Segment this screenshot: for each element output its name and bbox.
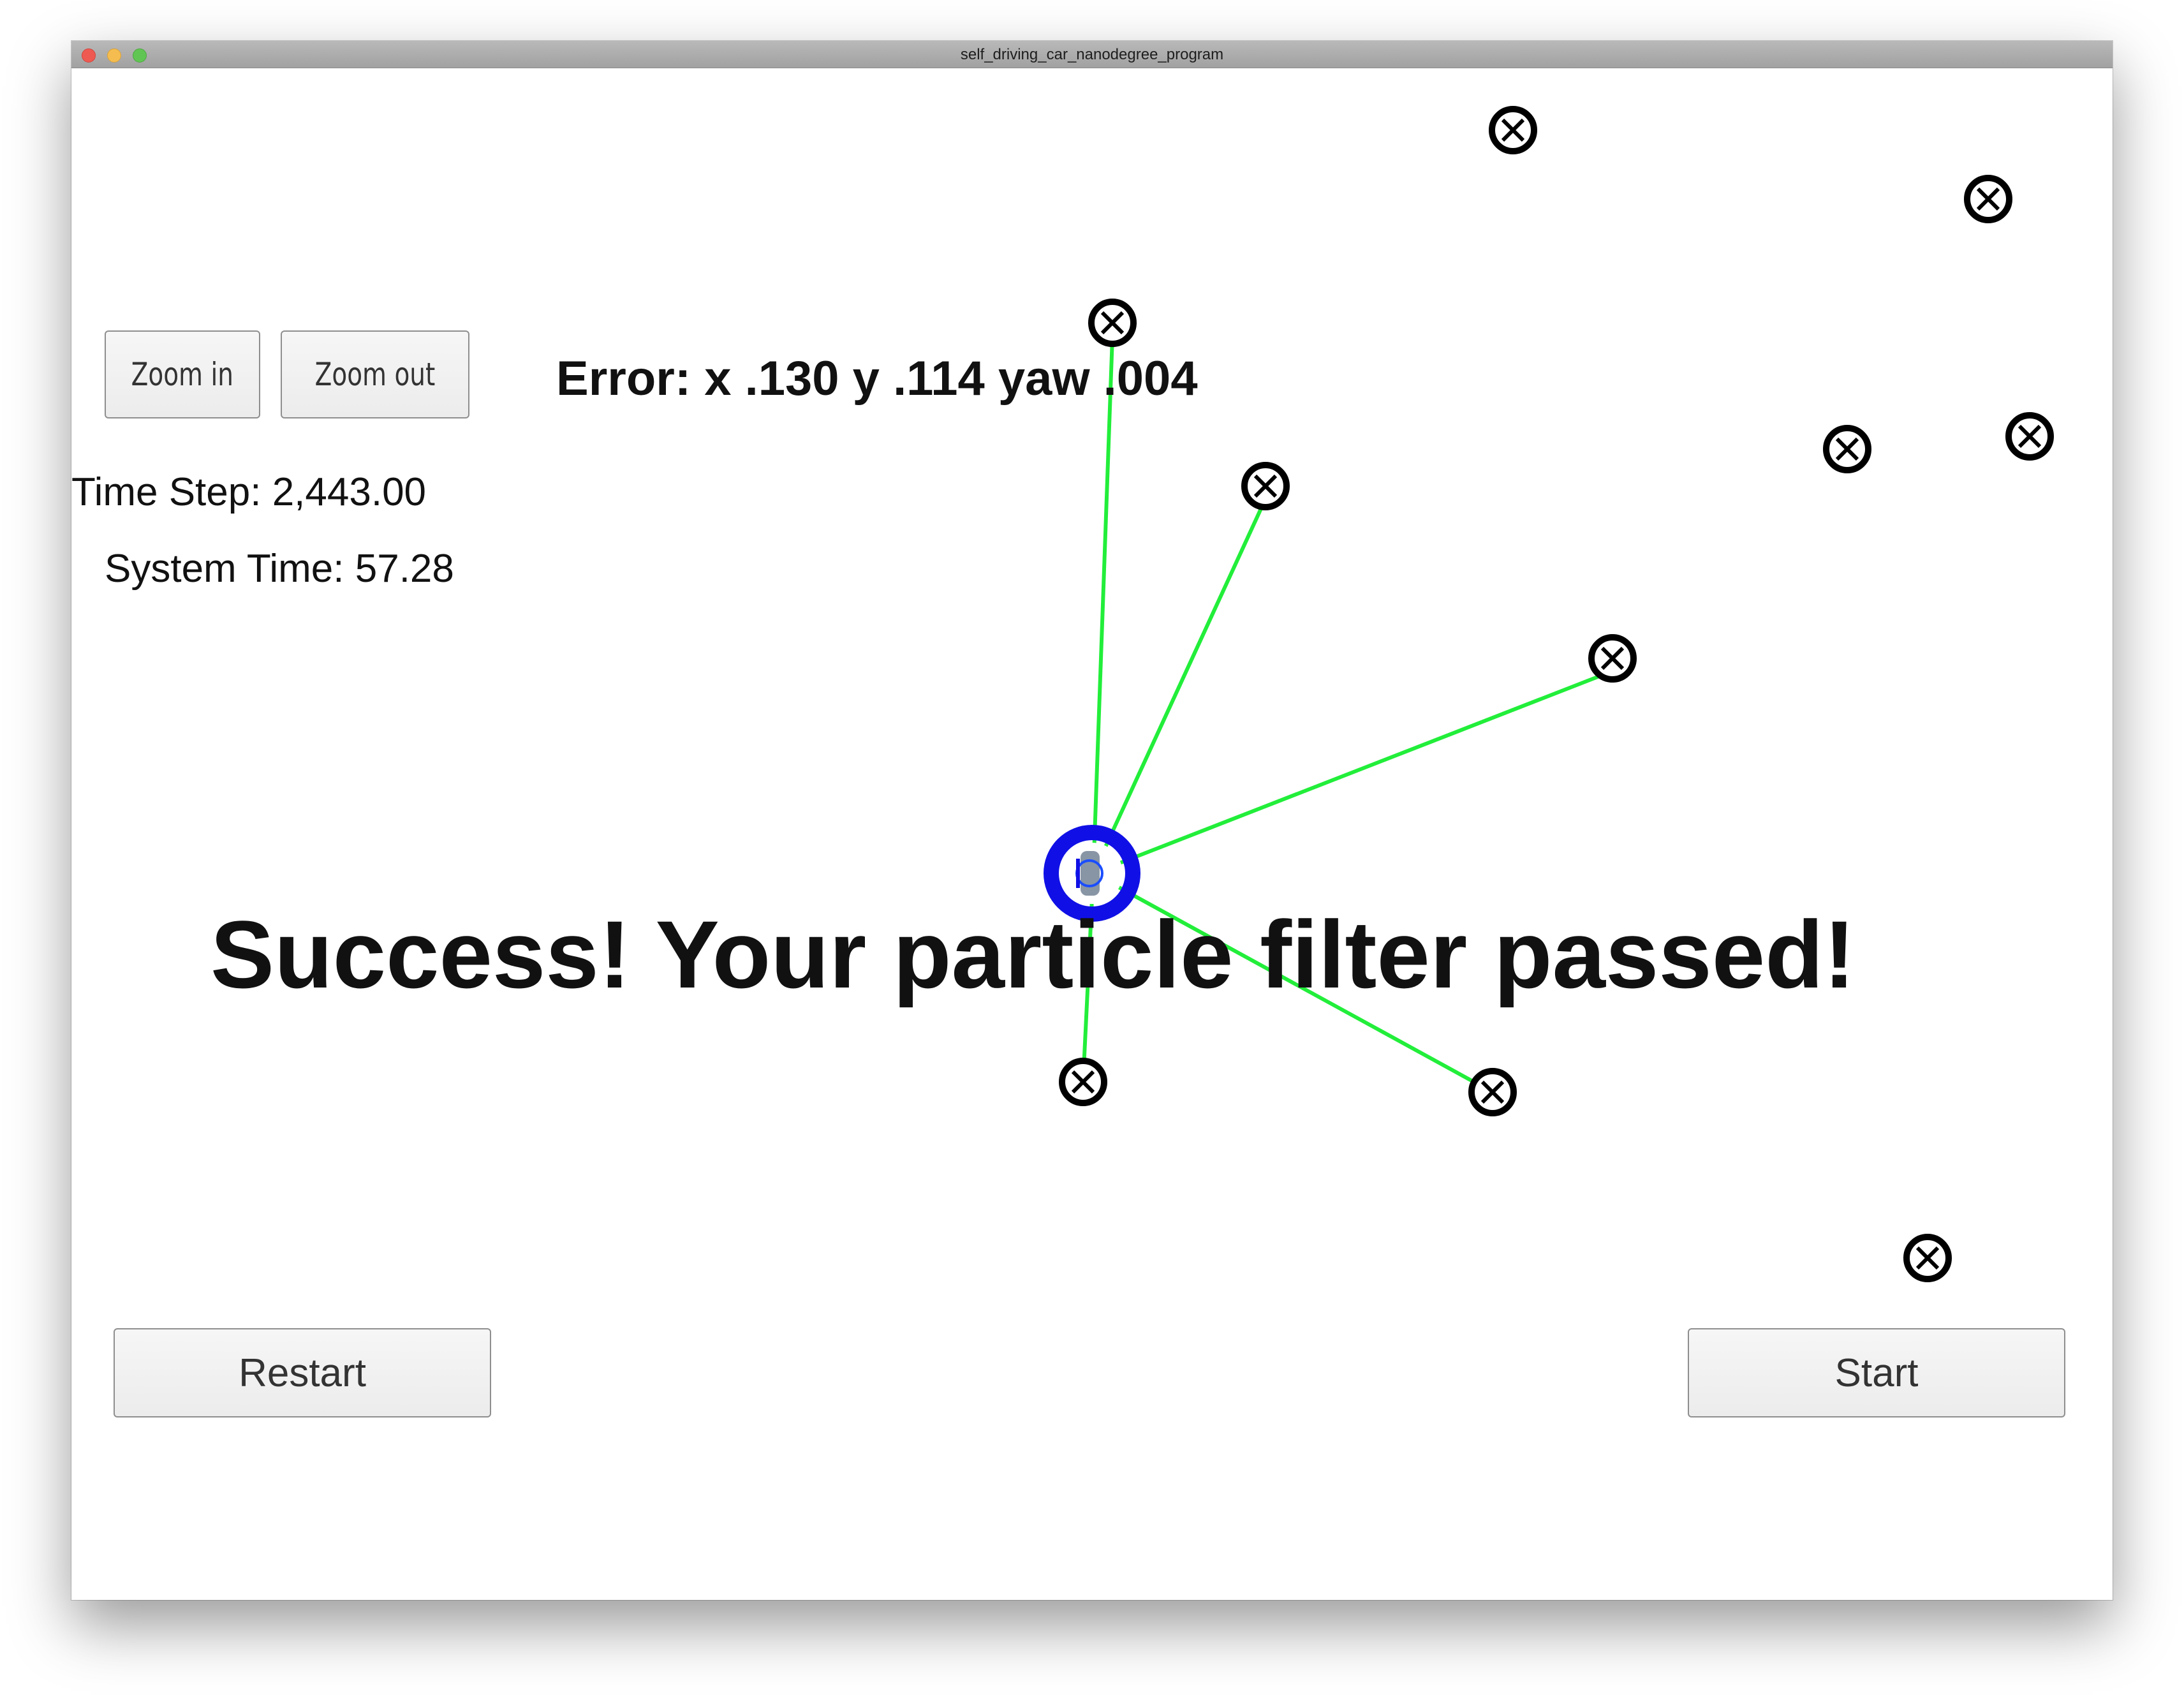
start-button[interactable]: Start	[1688, 1328, 2065, 1417]
circle-x-icon	[1588, 634, 1637, 683]
circle-x-icon	[1059, 1058, 1107, 1106]
start-label: Start	[1834, 1350, 1919, 1395]
circle-x-icon	[1088, 299, 1137, 347]
zoom-out-button[interactable]: Zoom out	[281, 330, 469, 418]
circle-x-icon	[1241, 462, 1290, 510]
window-title: self_driving_car_nanodegree_program	[960, 46, 1224, 63]
success-message: Success! Your particle filter passed!	[210, 901, 1856, 1008]
zoom-in-label: Zoom in	[131, 356, 234, 393]
circle-x-icon	[1964, 175, 2012, 223]
circle-x-icon	[1468, 1068, 1517, 1116]
restart-button[interactable]: Restart	[114, 1328, 491, 1417]
time-step-readout: Time Step: 2,443.00	[71, 470, 427, 514]
circle-x-icon	[1903, 1234, 1952, 1282]
circle-x-icon	[2005, 412, 2054, 461]
system-time-readout: System Time: 57.28	[105, 547, 454, 591]
error-readout: Error: x .130 y .114 yaw .004	[556, 352, 1198, 406]
restart-label: Restart	[239, 1350, 366, 1395]
circle-x-icon	[1489, 106, 1537, 154]
zoom-in-button[interactable]: Zoom in	[105, 330, 260, 418]
observation-line	[1091, 335, 1114, 875]
circle-x-icon	[1823, 425, 1871, 473]
vehicle-body	[1081, 851, 1100, 896]
zoom-out-label: Zoom out	[314, 356, 436, 393]
title-bar[interactable]: self_driving_car_nanodegree_program	[71, 41, 2113, 68]
simulator-canvas: Zoom in Zoom out Error: x .130 y .114 ya…	[71, 68, 2113, 1600]
app-window: self_driving_car_nanodegree_program Zoom…	[71, 41, 2113, 1600]
